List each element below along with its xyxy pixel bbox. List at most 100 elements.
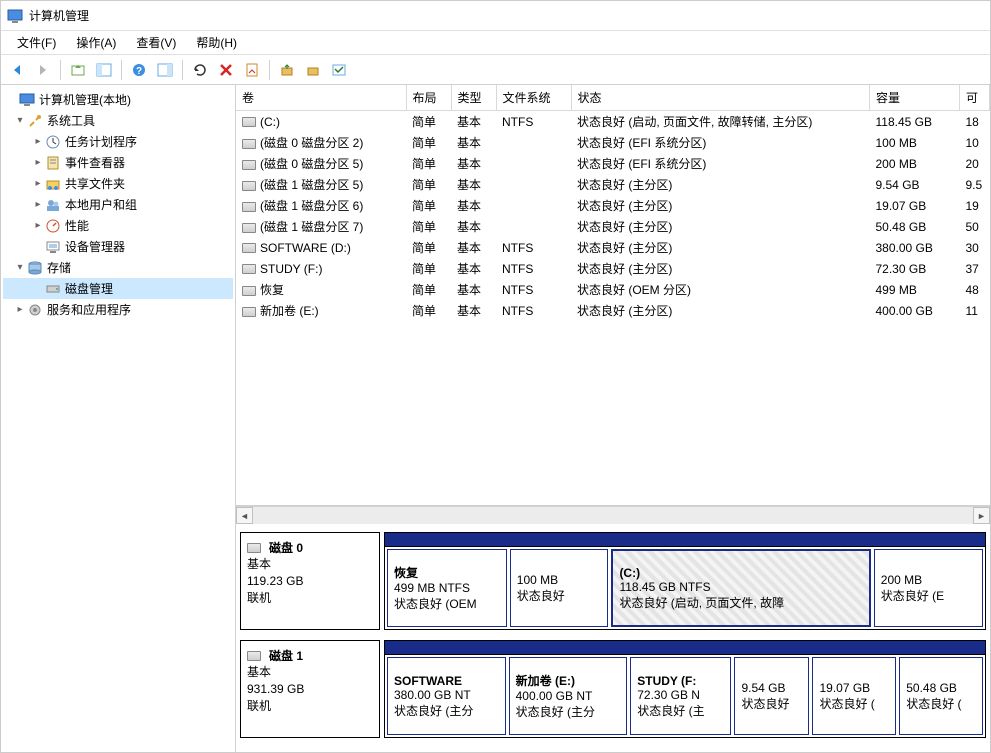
volume-status-cell: 状态良好 (主分区) [571, 300, 870, 321]
svg-text:?: ? [136, 66, 142, 77]
partition[interactable]: 50.48 GB状态良好 ( [899, 657, 983, 735]
tree-device-manager[interactable]: 设备管理器 [3, 236, 233, 257]
tree-performance[interactable]: ▸ 性能 [3, 215, 233, 236]
expand-icon[interactable]: ▸ [31, 136, 45, 147]
volume-row[interactable]: 新加卷 (E:)简单基本NTFS状态良好 (主分区)400.00 GB11 [236, 300, 990, 321]
disk-type: 基本 [247, 556, 373, 573]
back-button[interactable] [5, 58, 29, 82]
volume-free-cell: 10 [960, 132, 990, 153]
partition[interactable]: 新加卷 (E:)400.00 GB NT状态良好 (主分 [509, 657, 628, 735]
volume-row[interactable]: (磁盘 0 磁盘分区 2)简单基本状态良好 (EFI 系统分区)100 MB10 [236, 132, 990, 153]
tree-local-users[interactable]: ▸ 本地用户和组 [3, 194, 233, 215]
volume-status-cell: 状态良好 (EFI 系统分区) [571, 153, 870, 174]
volume-row[interactable]: SOFTWARE (D:)简单基本NTFS状态良好 (主分区)380.00 GB… [236, 237, 990, 258]
volume-name-cell: STUDY (F:) [236, 258, 406, 279]
tool-button-3[interactable] [327, 58, 351, 82]
scroll-right-icon[interactable]: ► [973, 507, 990, 524]
expand-icon[interactable]: ▸ [31, 220, 45, 231]
col-layout[interactable]: 布局 [406, 85, 451, 111]
partition-status: 状态良好 (OEM [394, 595, 500, 612]
tree-event-viewer[interactable]: ▸ 事件查看器 [3, 152, 233, 173]
col-free[interactable]: 可 [960, 85, 990, 111]
partition[interactable]: 9.54 GB状态良好 [734, 657, 809, 735]
services-icon [27, 302, 43, 318]
partition-size: 499 MB NTFS [394, 581, 500, 595]
menu-file[interactable]: 文件(F) [7, 31, 66, 54]
expand-icon[interactable]: ▸ [31, 178, 45, 189]
action-pane-button[interactable] [153, 58, 177, 82]
tree-shared-folders[interactable]: ▸ 共享文件夹 [3, 173, 233, 194]
tree-task-scheduler[interactable]: ▸ 任务计划程序 [3, 131, 233, 152]
volume-fs-cell [496, 174, 571, 195]
disk-info[interactable]: 磁盘 0基本119.23 GB联机 [240, 532, 380, 630]
partition-size: 9.54 GB [741, 681, 802, 695]
volume-fs-cell [496, 153, 571, 174]
col-status[interactable]: 状态 [571, 85, 870, 111]
volume-capacity-cell: 118.45 GB [870, 111, 960, 133]
volume-row[interactable]: 恢复简单基本NTFS状态良好 (OEM 分区)499 MB48 [236, 279, 990, 300]
tool-button-1[interactable] [275, 58, 299, 82]
partition[interactable]: 19.07 GB状态良好 ( [812, 657, 896, 735]
menu-view[interactable]: 查看(V) [126, 31, 186, 54]
volume-row[interactable]: STUDY (F:)简单基本NTFS状态良好 (主分区)72.30 GB37 [236, 258, 990, 279]
col-volume[interactable]: 卷 [236, 85, 406, 111]
performance-icon [45, 218, 61, 234]
tree-disk-management[interactable]: 磁盘管理 [3, 278, 233, 299]
tree-root[interactable]: 计算机管理(本地) [3, 89, 233, 110]
col-fs[interactable]: 文件系统 [496, 85, 571, 111]
toolbar-separator [182, 60, 183, 80]
help-button[interactable]: ? [127, 58, 151, 82]
volume-type-cell: 基本 [451, 237, 496, 258]
disk-graphical-view[interactable]: 磁盘 0基本119.23 GB联机恢复499 MB NTFS状态良好 (OEM1… [236, 524, 990, 752]
volume-row[interactable]: (C:)简单基本NTFS状态良好 (启动, 页面文件, 故障转储, 主分区)11… [236, 111, 990, 133]
expand-icon[interactable]: ▸ [13, 304, 27, 315]
volume-fs-cell: NTFS [496, 300, 571, 321]
partition[interactable]: 恢复499 MB NTFS状态良好 (OEM [387, 549, 507, 627]
forward-button[interactable] [31, 58, 55, 82]
show-hide-console-tree-button[interactable] [92, 58, 116, 82]
horizontal-scrollbar[interactable]: ◄ ► [236, 506, 990, 524]
partition-size: 50.48 GB [906, 681, 976, 695]
tree-services-apps[interactable]: ▸ 服务和应用程序 [3, 299, 233, 320]
col-type[interactable]: 类型 [451, 85, 496, 111]
partition-size: 19.07 GB [819, 681, 889, 695]
volume-fs-cell [496, 132, 571, 153]
properties-button[interactable] [240, 58, 264, 82]
tree-system-tools[interactable]: ▾ 系统工具 [3, 110, 233, 131]
partition[interactable]: 200 MB状态良好 (E [874, 549, 983, 627]
volume-layout-cell: 简单 [406, 195, 451, 216]
up-button[interactable] [66, 58, 90, 82]
volume-row[interactable]: (磁盘 1 磁盘分区 5)简单基本状态良好 (主分区)9.54 GB9.5 [236, 174, 990, 195]
volume-capacity-cell: 400.00 GB [870, 300, 960, 321]
volume-row[interactable]: (磁盘 0 磁盘分区 5)简单基本状态良好 (EFI 系统分区)200 MB20 [236, 153, 990, 174]
volume-layout-cell: 简单 [406, 300, 451, 321]
partition[interactable]: 100 MB状态良好 [510, 549, 609, 627]
drive-icon [242, 307, 256, 317]
disk-info[interactable]: 磁盘 1基本931.39 GB联机 [240, 640, 380, 738]
collapse-icon[interactable]: ▾ [13, 262, 27, 273]
navigation-tree[interactable]: 计算机管理(本地) ▾ 系统工具 ▸ 任务计划程序 ▸ 事件查看器 ▸ 共享文件… [1, 85, 236, 752]
volume-row[interactable]: (磁盘 1 磁盘分区 6)简单基本状态良好 (主分区)19.07 GB19 [236, 195, 990, 216]
partition[interactable]: SOFTWARE380.00 GB NT状态良好 (主分 [387, 657, 506, 735]
disk-size: 119.23 GB [247, 573, 373, 590]
disk-mgmt-icon [45, 281, 61, 297]
partition-status: 状态良好 (启动, 页面文件, 故障 [619, 594, 862, 611]
scroll-left-icon[interactable]: ◄ [236, 507, 253, 524]
menu-help[interactable]: 帮助(H) [186, 31, 247, 54]
partition[interactable]: STUDY (F:72.30 GB N状态良好 (主 [630, 657, 731, 735]
tool-button-2[interactable] [301, 58, 325, 82]
col-capacity[interactable]: 容量 [870, 85, 960, 111]
volume-row[interactable]: (磁盘 1 磁盘分区 7)简单基本状态良好 (主分区)50.48 GB50 [236, 216, 990, 237]
menu-action[interactable]: 操作(A) [66, 31, 126, 54]
refresh-button[interactable] [188, 58, 212, 82]
expand-icon[interactable]: ▸ [31, 157, 45, 168]
expand-icon[interactable]: ▸ [31, 199, 45, 210]
partition[interactable]: (C:)118.45 GB NTFS状态良好 (启动, 页面文件, 故障 [611, 549, 870, 627]
scroll-track[interactable] [253, 507, 973, 524]
collapse-icon[interactable]: ▾ [13, 115, 27, 126]
disk-partitions: 恢复499 MB NTFS状态良好 (OEM100 MB状态良好(C:)118.… [384, 532, 986, 630]
tree-storage[interactable]: ▾ 存储 [3, 257, 233, 278]
volume-list[interactable]: 卷 布局 类型 文件系统 状态 容量 可 (C:)简单基本NTFS状态良好 (启… [236, 85, 990, 506]
delete-button[interactable] [214, 58, 238, 82]
volume-name-cell: (磁盘 1 磁盘分区 5) [236, 174, 406, 195]
